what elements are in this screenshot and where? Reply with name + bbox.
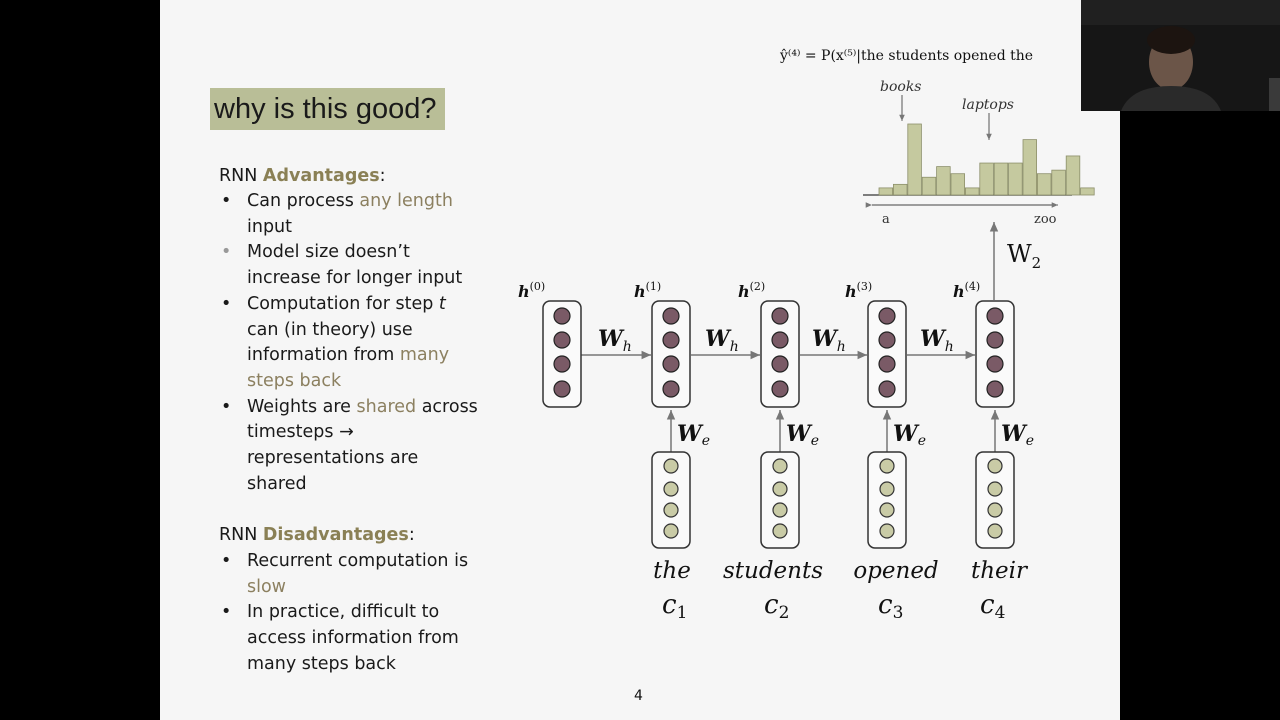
rnn-diagram: ŷ⁽⁴⁾ = P(x⁽⁵⁾|the students opened the a … [518,47,1095,623]
histogram-bar [965,187,980,196]
laptops-annotation: laptops [962,97,1014,113]
input-node [879,481,895,497]
word-students: students [723,558,823,584]
hidden-label-1: h(1) [634,280,661,301]
word-vector-c1: c1 [662,590,687,623]
hidden-node [878,331,896,349]
books-annotation: books [880,79,922,95]
hidden-node [986,355,1004,373]
hidden-node [878,355,896,373]
slide: why is this good? RNN Advantages: Can pr… [160,0,1120,720]
input-node [663,458,679,474]
histogram-bar [993,162,1009,196]
histogram-bar [950,173,966,196]
hidden-node [771,355,789,373]
input-node [772,502,788,518]
input-node [987,523,1003,539]
histogram-bar [979,162,994,196]
vocab-start-label: a [882,212,890,227]
input-node [987,458,1003,474]
vocab-end-label: zoo [1034,212,1057,227]
hidden-node [878,380,896,398]
input-node [772,523,788,539]
word-vector-c3: c3 [878,590,903,623]
histogram-bar [1022,139,1038,196]
input-embedding-vectors [651,451,1015,549]
presenter-webcam [1081,0,1280,111]
input-node [987,481,1003,497]
histogram-bar [907,123,922,196]
word-vector-c4: c4 [980,590,1005,623]
page-number: 4 [634,688,643,704]
input-node [987,502,1003,518]
hidden-weight-label-2: Wh [705,326,739,355]
hidden-node [553,307,571,325]
histogram-bar [1051,169,1066,196]
embed-weight-label-3: We [893,421,926,449]
hidden-node [662,331,680,349]
hidden-label-0: h(0) [518,280,545,301]
hidden-node [662,380,680,398]
histogram-bar [1080,187,1095,196]
histogram-bar [1065,155,1081,196]
histogram-bar [1008,162,1023,196]
word-opened: opened [853,558,938,584]
hidden-node [986,331,1004,349]
presenter-silhouette-icon [1081,0,1280,111]
embed-weight-label-2: We [786,421,819,449]
output-distribution-histogram: a zoo books laptops [863,79,1095,227]
hidden-state-vectors [542,300,1015,408]
input-node [879,523,895,539]
histogram-bars [878,123,1095,196]
output-weight-label: W2 [1007,240,1041,272]
histogram-bar [1037,173,1052,196]
input-node [663,481,679,497]
probability-formula: ŷ⁽⁴⁾ = P(x⁽⁵⁾|the students opened the [779,47,1033,64]
word-the: the [653,558,691,584]
hidden-node [986,380,1004,398]
input-node [879,458,895,474]
hidden-label-2: h(2) [738,280,765,301]
input-node [772,481,788,497]
hidden-node [771,380,789,398]
hidden-node [771,331,789,349]
hidden-node [553,331,571,349]
hidden-weight-label-4: Wh [920,326,954,355]
input-node [879,502,895,518]
hidden-label-3: h(3) [845,280,872,301]
hidden-node [662,307,680,325]
hidden-node [986,307,1004,325]
input-node [663,502,679,518]
hidden-label-4: h(4) [953,280,980,301]
embed-weight-label-4: We [1001,421,1034,449]
hidden-weight-label-3: Wh [812,326,846,355]
hidden-node [878,307,896,325]
hidden-node [662,355,680,373]
hidden-node [553,380,571,398]
hidden-node [553,355,571,373]
histogram-bar [936,166,951,196]
embed-weight-label-1: We [677,421,710,449]
word-vector-c2: c2 [764,590,789,623]
histogram-bar [921,176,937,196]
input-node [663,523,679,539]
word-their: their [971,558,1029,584]
input-node [772,458,788,474]
histogram-bar [878,187,894,196]
hidden-node [771,307,789,325]
hidden-weight-label-1: Wh [598,326,632,355]
histogram-bar [893,183,908,196]
